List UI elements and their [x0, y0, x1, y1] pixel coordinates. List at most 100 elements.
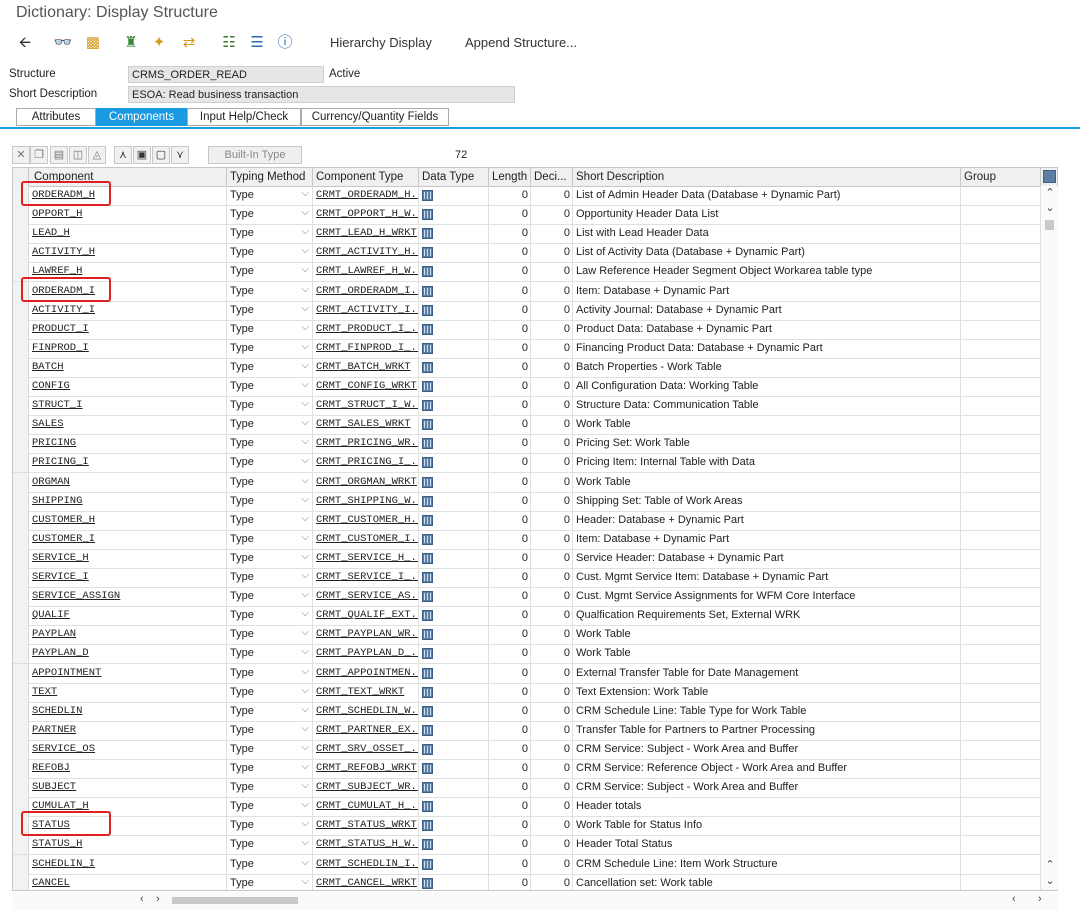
- table-row[interactable]: SERVICE_OS Type CRMT_SRV_OSSET_... 0 0 CRM Se…: [13, 739, 1043, 760]
- component-type-cell[interactable]: CRMT_SHIPPING_W...: [313, 491, 419, 511]
- row-selector[interactable]: [13, 491, 29, 511]
- component-type-cell[interactable]: CRMT_PRICING_I_...: [313, 453, 419, 473]
- component-type-cell[interactable]: CRMT_SCHEDLIN_W...: [313, 701, 419, 721]
- col-data-type[interactable]: Data Type: [419, 168, 489, 186]
- table-type-icon[interactable]: [422, 266, 433, 278]
- table-type-icon[interactable]: [422, 705, 433, 717]
- component-type-cell[interactable]: CRMT_APPOINTMEN...: [313, 663, 419, 683]
- component-type-cell[interactable]: CRMT_BATCH_WRKT: [313, 357, 419, 377]
- component-type-cell[interactable]: CRMT_SALES_WRKT: [313, 415, 419, 435]
- data-type-cell[interactable]: [419, 701, 489, 721]
- typing-method-cell[interactable]: Type: [227, 778, 313, 798]
- back-icon[interactable]: 🡨: [14, 32, 36, 54]
- component-cell[interactable]: SUBJECT: [29, 778, 227, 798]
- row-selector[interactable]: [13, 663, 29, 683]
- table-type-icon[interactable]: [422, 610, 433, 622]
- table-type-icon[interactable]: [422, 247, 433, 259]
- table-row[interactable]: STATUS_H Type CRMT_STATUS_H_W... 0 0 Header T…: [13, 835, 1043, 856]
- table-row[interactable]: PRODUCT_I Type CRMT_PRODUCT_I_... 0 0 Product…: [13, 319, 1043, 340]
- data-type-cell[interactable]: [419, 300, 489, 320]
- component-type-cell[interactable]: CRMT_REFOBJ_WRKT: [313, 759, 419, 778]
- table-row[interactable]: SHIPPING Type CRMT_SHIPPING_W... 0 0 Shipping…: [13, 491, 1043, 512]
- table-type-icon[interactable]: [422, 648, 433, 660]
- table-type-icon[interactable]: [422, 419, 433, 431]
- component-cell[interactable]: PRICING_I: [29, 453, 227, 473]
- table-row[interactable]: CUSTOMER_I Type CRMT_CUSTOMER_I... 0 0 Item: …: [13, 529, 1043, 550]
- row-selector[interactable]: [13, 568, 29, 587]
- table-row[interactable]: PAYPLAN_D Type CRMT_PAYPLAN_D_... 0 0 Work Ta…: [13, 644, 1043, 665]
- scroll-down-bottom-icon[interactable]: ⌄: [1041, 874, 1059, 887]
- component-cell[interactable]: STATUS: [29, 816, 227, 836]
- typing-method-cell[interactable]: Type: [227, 720, 313, 740]
- component-cell[interactable]: STRUCT_I: [29, 396, 227, 416]
- table-type-icon[interactable]: [422, 361, 433, 373]
- data-type-cell[interactable]: [419, 281, 489, 301]
- typing-method-cell[interactable]: Type: [227, 338, 313, 358]
- row-selector[interactable]: [13, 759, 29, 778]
- component-cell[interactable]: QUALIF: [29, 606, 227, 626]
- data-type-cell[interactable]: [419, 262, 489, 282]
- row-selector[interactable]: [13, 625, 29, 645]
- data-type-cell[interactable]: [419, 854, 489, 874]
- component-type-cell[interactable]: CRMT_STATUS_H_W...: [313, 835, 419, 855]
- tab-input-help-check[interactable]: Input Help/Check: [187, 108, 301, 126]
- component-cell[interactable]: SERVICE_OS: [29, 739, 227, 759]
- table-row[interactable]: CUSTOMER_H Type CRMT_CUSTOMER_H... 0 0 Header…: [13, 510, 1043, 531]
- table-type-icon[interactable]: [422, 476, 433, 488]
- column-settings-icon[interactable]: [1043, 170, 1056, 183]
- component-cell[interactable]: PRODUCT_I: [29, 319, 227, 339]
- vertical-scrollbar[interactable]: ⌃ ⌄ ⌃ ⌄: [1040, 186, 1059, 890]
- expand-all-icon[interactable]: ⋎: [171, 146, 189, 164]
- table-type-icon[interactable]: [422, 877, 433, 889]
- insert-row-icon[interactable]: ◫: [69, 146, 87, 164]
- table-type-icon[interactable]: [422, 438, 433, 450]
- table-row[interactable]: ACTIVITY_H Type CRMT_ACTIVITY_H... 0 0 List o…: [13, 243, 1043, 264]
- row-selector[interactable]: [13, 606, 29, 626]
- scroll-up-bottom-icon[interactable]: ⌃: [1041, 858, 1059, 871]
- row-selector[interactable]: [13, 587, 29, 607]
- component-cell[interactable]: CUMULAT_H: [29, 797, 227, 817]
- table-type-icon[interactable]: [422, 190, 433, 201]
- component-type-cell[interactable]: CRMT_CUMULAT_H_...: [313, 797, 419, 817]
- table-type-icon[interactable]: [422, 304, 433, 316]
- magic-wand-icon[interactable]: ✦: [148, 32, 170, 54]
- component-type-cell[interactable]: CRMT_SERVICE_AS...: [313, 587, 419, 607]
- row-selector[interactable]: [13, 720, 29, 740]
- component-type-cell[interactable]: CRMT_ORDERADM_H...: [313, 186, 419, 205]
- data-type-cell[interactable]: [419, 873, 489, 890]
- row-selector[interactable]: [13, 319, 29, 339]
- table-row[interactable]: PARTNER Type CRMT_PARTNER_EX... 0 0 Transfer …: [13, 720, 1043, 741]
- horizontal-scroll-thumb[interactable]: [172, 897, 298, 904]
- component-cell[interactable]: SERVICE_I: [29, 568, 227, 587]
- component-type-cell[interactable]: CRMT_SCHEDLIN_I...: [313, 854, 419, 874]
- data-type-cell[interactable]: [419, 415, 489, 435]
- component-cell[interactable]: FINPROD_I: [29, 338, 227, 358]
- row-selector[interactable]: [13, 873, 29, 890]
- table-row[interactable]: STATUS Type CRMT_STATUS_WRKT 0 0 Work Table f…: [13, 816, 1043, 837]
- row-selector[interactable]: [13, 243, 29, 263]
- component-cell[interactable]: PRICING: [29, 434, 227, 454]
- data-type-cell[interactable]: [419, 319, 489, 339]
- typing-method-cell[interactable]: Type: [227, 510, 313, 530]
- component-type-cell[interactable]: CRMT_LEAD_H_WRKT: [313, 224, 419, 244]
- table-type-icon[interactable]: [422, 839, 433, 851]
- row-selector[interactable]: [13, 205, 29, 225]
- table-row[interactable]: APPOINTMENT Type CRMT_APPOINTMEN... 0 0 Exter…: [13, 663, 1043, 684]
- typing-method-cell[interactable]: Type: [227, 759, 313, 778]
- col-component-type[interactable]: Component Type: [313, 168, 419, 186]
- data-type-cell[interactable]: [419, 816, 489, 836]
- component-type-cell[interactable]: CRMT_QUALIF_EXT...: [313, 606, 419, 626]
- data-type-cell[interactable]: [419, 434, 489, 454]
- component-cell[interactable]: LAWREF_H: [29, 262, 227, 282]
- typing-method-cell[interactable]: Type: [227, 186, 313, 205]
- delete-row-icon[interactable]: ◬: [88, 146, 106, 164]
- typing-method-cell[interactable]: Type: [227, 644, 313, 664]
- typing-method-cell[interactable]: Type: [227, 472, 313, 492]
- col-length[interactable]: Length: [489, 168, 531, 186]
- component-cell[interactable]: REFOBJ: [29, 759, 227, 778]
- tab-attributes[interactable]: Attributes: [16, 108, 96, 126]
- data-type-cell[interactable]: [419, 396, 489, 416]
- table-row[interactable]: PRICING Type CRMT_PRICING_WR... 0 0 Pricing S…: [13, 434, 1043, 455]
- select-block-icon[interactable]: ▣: [133, 146, 151, 164]
- component-cell[interactable]: ORDERADM_H: [29, 186, 227, 205]
